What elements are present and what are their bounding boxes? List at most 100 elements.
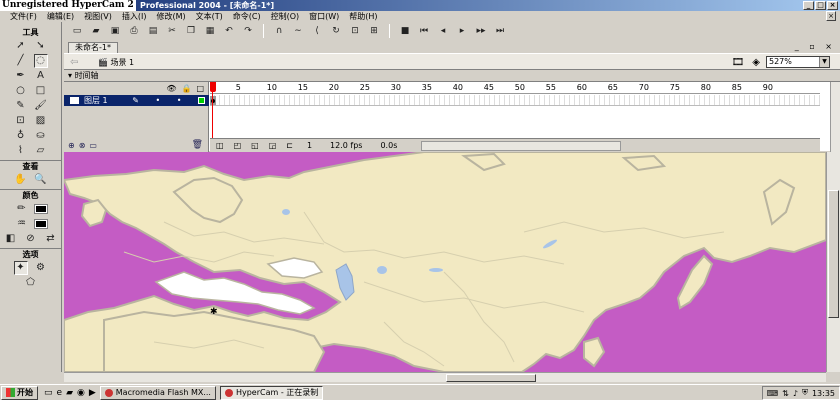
magic-wand-icon[interactable]: ✦ — [13, 260, 28, 275]
start-button[interactable]: 开始 — [1, 385, 38, 400]
ink-bottle-tool-icon[interactable]: ♁ — [14, 129, 28, 143]
fill-color-swatch[interactable] — [33, 218, 48, 229]
menu-help[interactable]: 帮助(H) — [345, 11, 383, 22]
back-arrow-icon[interactable]: ⇦ — [70, 57, 78, 68]
save-icon[interactable]: ▣ — [108, 24, 122, 38]
straighten-icon[interactable]: ⟨ — [310, 24, 324, 38]
text-tool-icon[interactable]: A — [34, 69, 48, 83]
arrow-tool-icon[interactable]: ➚ — [14, 39, 28, 53]
document-close-button[interactable]: × — [826, 11, 836, 21]
add-layer-icon[interactable]: ⊕ — [68, 141, 75, 150]
volume-icon[interactable]: ♪ — [793, 389, 798, 398]
stage-horizontal-scrollbar[interactable] — [64, 372, 826, 382]
new-file-icon[interactable]: ▭ — [70, 24, 84, 38]
outline-icon[interactable]: □ — [196, 84, 204, 93]
rotate-icon[interactable]: ↻ — [329, 24, 343, 38]
eyedropper-tool-icon[interactable]: ⌇ — [14, 144, 28, 158]
align-icon[interactable]: ⊞ — [367, 24, 381, 38]
paste-icon[interactable]: ▦ — [203, 24, 217, 38]
playhead[interactable] — [210, 82, 216, 138]
menu-window[interactable]: 窗口(W) — [305, 11, 345, 22]
go-to-end-icon[interactable]: ⏭ — [493, 24, 507, 38]
timeline-header[interactable]: ▾ 时间轴 — [64, 70, 840, 81]
player-icon[interactable]: ▶ — [89, 388, 96, 398]
copy-icon[interactable]: ❐ — [184, 24, 198, 38]
eraser-tool-icon[interactable]: ▱ — [34, 144, 48, 158]
onion-outline-icon[interactable]: ◱ — [251, 141, 259, 150]
print-icon[interactable]: ⎙ — [127, 24, 141, 38]
add-folder-icon[interactable]: ▭ — [89, 141, 97, 150]
default-colors-icon[interactable]: ◧ — [4, 232, 18, 246]
taskbar-hypercam[interactable]: HyperCam - 正在录制 — [219, 385, 324, 400]
frames-area[interactable]: 151015202530354045505560657075808590 ◫ ◰… — [210, 82, 830, 152]
minimize-button[interactable]: _ — [803, 1, 814, 10]
oval-tool-icon[interactable]: ○ — [14, 84, 28, 98]
media-icon[interactable]: ◉ — [77, 388, 85, 398]
scale-icon[interactable]: ⊡ — [348, 24, 362, 38]
maximize-button[interactable]: □ — [815, 1, 826, 10]
edit-multiple-icon[interactable]: ◲ — [269, 141, 277, 150]
edit-symbols-icon[interactable]: ◈ — [752, 57, 760, 68]
fill-transform-tool-icon[interactable]: ▨ — [34, 114, 48, 128]
smooth-icon[interactable]: ∼ — [291, 24, 305, 38]
timeline-vertical-scrollbar[interactable] — [830, 82, 840, 152]
snap-magnet-icon[interactable]: ∩ — [272, 24, 286, 38]
document-tab[interactable]: 未命名-1* — [68, 42, 118, 53]
center-frame-icon[interactable]: ◫ — [216, 141, 224, 150]
edit-scene-icon[interactable]: 🎞 — [732, 57, 745, 68]
timeline-scrollbar[interactable] — [421, 140, 622, 151]
subselect-tool-icon[interactable]: ➘ — [34, 39, 48, 53]
menu-control[interactable]: 控制(O) — [267, 11, 306, 22]
layer-outline-color[interactable] — [198, 97, 205, 104]
frame-row[interactable] — [210, 95, 820, 106]
no-color-icon[interactable]: ⊘ — [24, 232, 38, 246]
free-transform-tool-icon[interactable]: ⊡ — [14, 114, 28, 128]
step-forward-icon[interactable]: ▸▸ — [474, 24, 488, 38]
delete-layer-icon[interactable]: 🗑 — [192, 140, 203, 150]
stop-icon[interactable]: ■ — [398, 24, 412, 38]
zoom-select[interactable]: 527% ▼ — [766, 56, 830, 68]
pencil-tool-icon[interactable]: ✎ — [14, 99, 28, 113]
vertical-scroll-thumb[interactable] — [828, 190, 839, 318]
undo-icon[interactable]: ↶ — [222, 24, 236, 38]
stroke-color-swatch[interactable] — [33, 203, 48, 214]
layer-row[interactable]: 图层 1 ✎ • • — [64, 95, 209, 106]
open-folder-icon[interactable]: ▰ — [89, 24, 103, 38]
swap-colors-icon[interactable]: ⇄ — [44, 232, 58, 246]
menu-insert[interactable]: 插入(I) — [118, 11, 153, 22]
zoom-tool-icon[interactable]: 🔍 — [34, 173, 48, 187]
clock[interactable]: 13:35 — [812, 389, 835, 398]
lock-icon[interactable]: 🔒 — [181, 84, 191, 93]
network-icon[interactable]: ⇅ — [782, 389, 789, 398]
step-back-icon[interactable]: ◂ — [436, 24, 450, 38]
document-window-controls[interactable]: _ ▫ × — [795, 42, 836, 51]
menu-edit[interactable]: 编辑(E) — [43, 11, 80, 22]
stage-vertical-scrollbar[interactable] — [826, 152, 840, 372]
folder-icon[interactable]: ▰ — [66, 388, 73, 398]
eye-icon[interactable]: 👁 — [166, 84, 176, 93]
menu-view[interactable]: 视图(V) — [80, 11, 118, 22]
menu-text[interactable]: 文本(T) — [192, 11, 229, 22]
scene-breadcrumb[interactable]: 🎬 场景 1 — [98, 57, 134, 68]
security-icon[interactable]: ⛨ — [802, 388, 808, 398]
close-button[interactable]: × — [827, 1, 838, 10]
desktop-icon[interactable]: ▭ — [44, 388, 53, 398]
horizontal-scroll-thumb[interactable] — [446, 374, 536, 382]
brush-tool-icon[interactable]: 🖌 — [34, 99, 48, 113]
stage-canvas[interactable]: ✱ — [64, 152, 826, 372]
lasso-tool-icon[interactable]: ◌ — [33, 53, 48, 68]
hand-tool-icon[interactable]: ✋ — [14, 173, 28, 187]
redo-icon[interactable]: ↷ — [241, 24, 255, 38]
menu-commands[interactable]: 命令(C) — [229, 11, 267, 22]
rectangle-tool-icon[interactable]: □ — [34, 84, 48, 98]
magic-wand-settings-icon[interactable]: ⚙ — [34, 261, 48, 275]
polygon-mode-icon[interactable]: ⬠ — [24, 276, 38, 290]
cut-icon[interactable]: ✂ — [165, 24, 179, 38]
taskbar-flash[interactable]: Macromedia Flash MX... — [99, 385, 216, 400]
line-tool-icon[interactable]: ╱ — [14, 54, 28, 68]
chevron-down-icon[interactable]: ▼ — [819, 57, 829, 67]
menu-modify[interactable]: 修改(M) — [152, 11, 191, 22]
keyframe[interactable] — [210, 96, 216, 105]
menu-file[interactable]: 文件(F) — [6, 11, 43, 22]
paint-bucket-tool-icon[interactable]: ⛀ — [34, 129, 48, 143]
